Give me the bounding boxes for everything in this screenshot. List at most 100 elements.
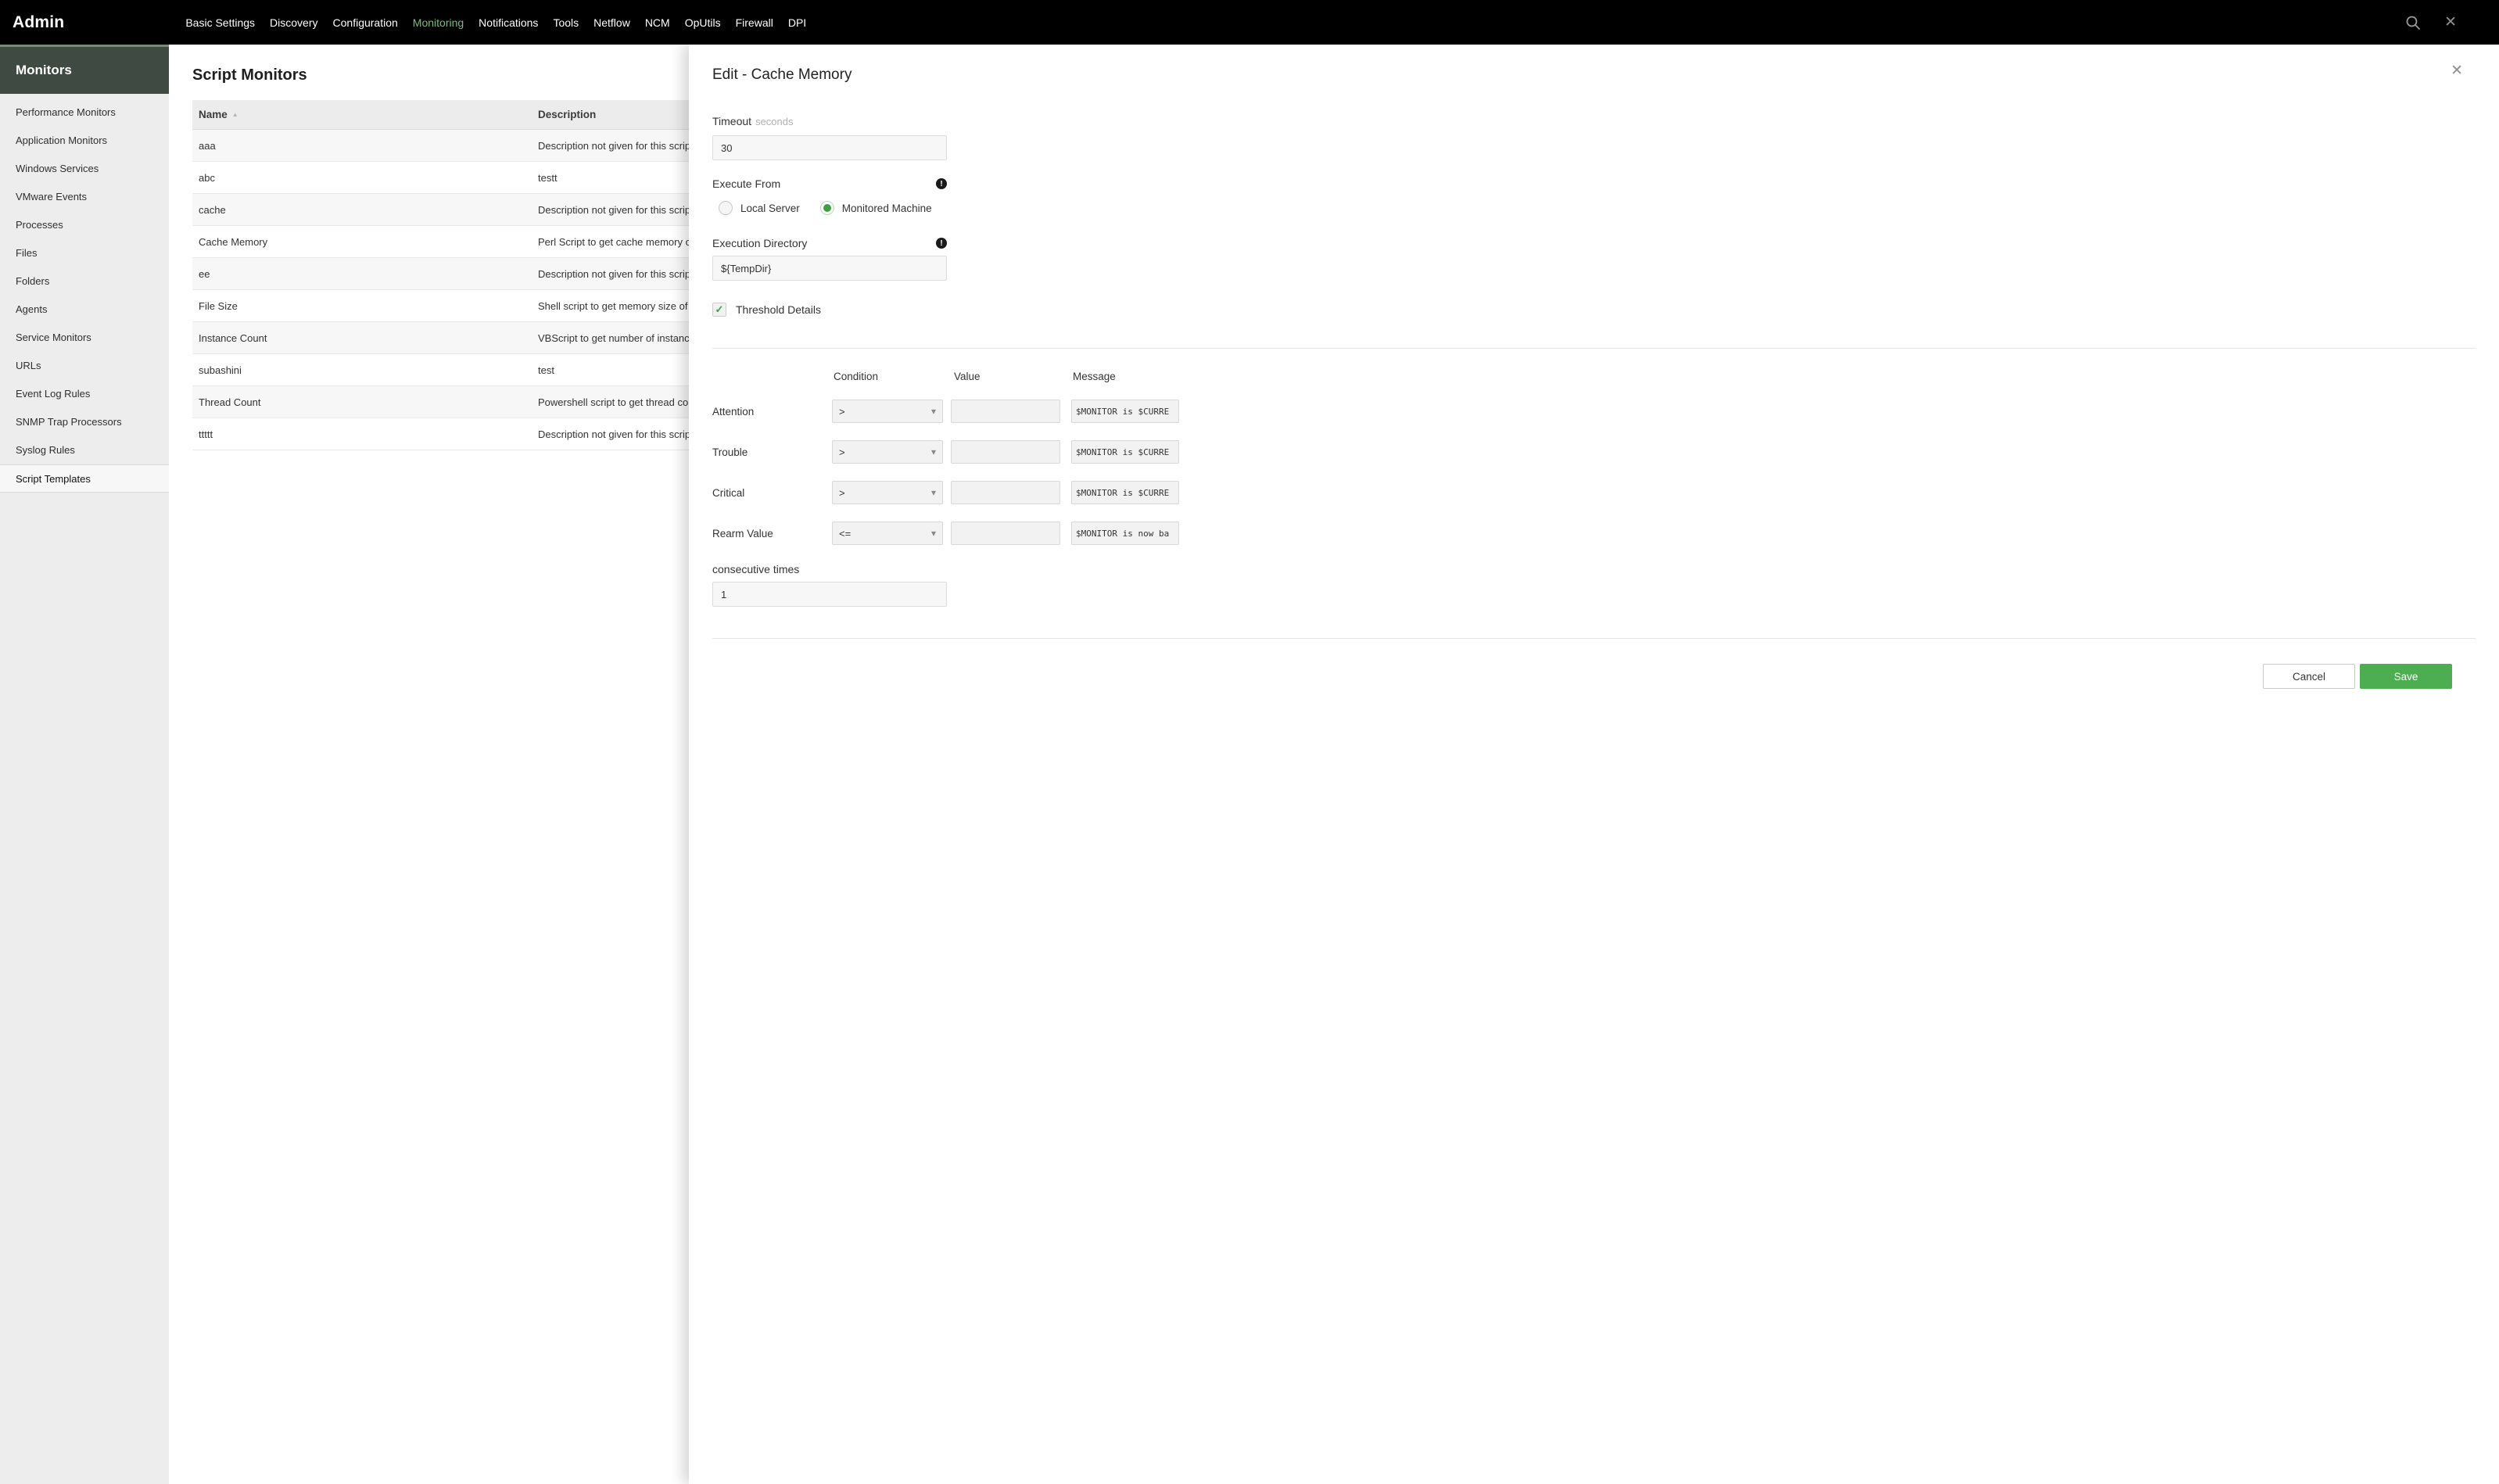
threshold-row: Critical > bbox=[712, 481, 2476, 504]
sidebar-item[interactable]: VMware Events bbox=[0, 183, 169, 211]
threshold-row-label: Critical bbox=[712, 487, 832, 499]
cell-name: cache bbox=[192, 204, 538, 216]
drawer-title: Edit - Cache Memory bbox=[712, 66, 2476, 84]
threshold-message-input[interactable] bbox=[1071, 481, 1179, 504]
threshold-message-input[interactable] bbox=[1071, 440, 1179, 464]
condition-select[interactable]: <= bbox=[832, 522, 943, 545]
threshold-message-input[interactable] bbox=[1071, 400, 1179, 423]
threshold-row: Rearm Value <= bbox=[712, 522, 2476, 545]
cell-name: aaa bbox=[192, 140, 538, 152]
top-nav-item[interactable]: Tools bbox=[553, 16, 579, 29]
consecutive-times-label-row: consecutive times bbox=[712, 563, 947, 575]
search-icon[interactable] bbox=[2405, 15, 2421, 30]
cell-name: File Size bbox=[192, 300, 538, 312]
execution-directory-input[interactable] bbox=[712, 256, 947, 281]
condition-select[interactable]: > bbox=[832, 440, 943, 464]
condition-select-value: > bbox=[839, 406, 845, 418]
sidebar-item[interactable]: Agents bbox=[0, 296, 169, 324]
condition-select-value: > bbox=[839, 446, 845, 458]
timeout-label-row: Timeoutseconds bbox=[712, 115, 947, 129]
threshold-value-input[interactable] bbox=[951, 481, 1060, 504]
top-nav-item[interactable]: OpUtils bbox=[685, 16, 721, 29]
sidebar: Monitors Performance Monitors Applicatio… bbox=[0, 45, 169, 1484]
timeout-input[interactable] bbox=[712, 135, 947, 160]
execution-directory-label: Execution Directory bbox=[712, 237, 807, 249]
app-brand: Admin bbox=[13, 13, 64, 32]
info-icon[interactable] bbox=[936, 238, 947, 249]
radio-option-label: Local Server bbox=[740, 203, 800, 214]
chevron-down-icon bbox=[931, 486, 936, 500]
edit-drawer: Edit - Cache Memory Timeoutseconds Execu… bbox=[689, 45, 2499, 1484]
threshold-details-toggle[interactable]: Threshold Details bbox=[712, 303, 2476, 317]
threshold-details-label: Threshold Details bbox=[736, 303, 821, 316]
execution-directory-label-row: Execution Directory bbox=[712, 237, 947, 249]
sidebar-item[interactable]: Syslog Rules bbox=[0, 436, 169, 464]
condition-select-value: <= bbox=[839, 528, 851, 539]
save-button[interactable]: Save bbox=[2360, 664, 2452, 689]
cell-name: Thread Count bbox=[192, 396, 538, 408]
sidebar-item[interactable]: Windows Services bbox=[0, 155, 169, 183]
threshold-row-label: Trouble bbox=[712, 446, 832, 458]
radio-option-label: Monitored Machine bbox=[842, 203, 932, 214]
sidebar-item[interactable]: Performance Monitors bbox=[0, 99, 169, 127]
sort-asc-icon bbox=[228, 109, 238, 120]
radio-icon bbox=[719, 201, 733, 215]
column-header-message: Message bbox=[1071, 371, 1116, 382]
top-nav: Basic Settings Discovery Configuration M… bbox=[185, 16, 806, 29]
cell-name: Instance Count bbox=[192, 332, 538, 344]
chevron-down-icon bbox=[931, 404, 936, 418]
checkbox-icon bbox=[712, 303, 726, 317]
top-nav-item[interactable]: Discovery bbox=[270, 16, 317, 29]
threshold-row: Attention > bbox=[712, 400, 2476, 423]
threshold-value-input[interactable] bbox=[951, 522, 1060, 545]
chevron-down-icon bbox=[931, 445, 936, 459]
execute-from-label: Execute From bbox=[712, 177, 780, 190]
sidebar-item[interactable]: Application Monitors bbox=[0, 127, 169, 155]
top-nav-item[interactable]: Basic Settings bbox=[185, 16, 255, 29]
cell-name: subashini bbox=[192, 364, 538, 376]
column-header-condition: Condition bbox=[832, 371, 951, 382]
sidebar-title: Monitors bbox=[0, 45, 169, 94]
cell-name: Cache Memory bbox=[192, 236, 538, 248]
sidebar-item[interactable]: Script Templates bbox=[0, 464, 169, 493]
radio-icon bbox=[820, 201, 834, 215]
top-nav-item[interactable]: Firewall bbox=[736, 16, 773, 29]
top-nav-item[interactable]: DPI bbox=[788, 16, 806, 29]
sidebar-item[interactable]: Event Log Rules bbox=[0, 380, 169, 408]
column-header-name[interactable]: Name bbox=[192, 109, 538, 120]
execute-from-label-row: Execute From bbox=[712, 177, 947, 190]
sidebar-item[interactable]: SNMP Trap Processors bbox=[0, 408, 169, 436]
top-nav-item[interactable]: Netflow bbox=[593, 16, 630, 29]
threshold-row-label: Attention bbox=[712, 406, 832, 418]
top-nav-item[interactable]: NCM bbox=[645, 16, 670, 29]
threshold-row: Trouble > bbox=[712, 440, 2476, 464]
cancel-button[interactable]: Cancel bbox=[2263, 664, 2355, 689]
threshold-value-input[interactable] bbox=[951, 400, 1060, 423]
consecutive-times-label: consecutive times bbox=[712, 563, 799, 575]
threshold-table-header: Condition Value Message bbox=[712, 371, 2476, 382]
column-header-value: Value bbox=[951, 371, 1071, 382]
sidebar-item[interactable]: Files bbox=[0, 239, 169, 267]
threshold-message-input[interactable] bbox=[1071, 522, 1179, 545]
execute-from-radio-option[interactable]: Local Server bbox=[719, 201, 800, 215]
threshold-row-label: Rearm Value bbox=[712, 528, 832, 539]
info-icon[interactable] bbox=[936, 178, 947, 189]
top-nav-item[interactable]: Configuration bbox=[333, 16, 398, 29]
condition-select[interactable]: > bbox=[832, 400, 943, 423]
threshold-value-input[interactable] bbox=[951, 440, 1060, 464]
timeout-unit: seconds bbox=[755, 116, 793, 127]
execute-from-radio-option[interactable]: Monitored Machine bbox=[820, 201, 932, 215]
window-close-icon[interactable] bbox=[2444, 15, 2457, 30]
sidebar-item[interactable]: Service Monitors bbox=[0, 324, 169, 352]
topbar-icons bbox=[2405, 15, 2486, 30]
drawer-close-icon[interactable] bbox=[2451, 63, 2463, 78]
sidebar-item[interactable]: Folders bbox=[0, 267, 169, 296]
top-nav-item[interactable]: Monitoring bbox=[413, 16, 464, 29]
cell-name: ttttt bbox=[192, 428, 538, 440]
sidebar-item[interactable]: URLs bbox=[0, 352, 169, 380]
consecutive-times-input[interactable] bbox=[712, 582, 947, 607]
cell-name: abc bbox=[192, 172, 538, 184]
top-nav-item[interactable]: Notifications bbox=[479, 16, 538, 29]
sidebar-item[interactable]: Processes bbox=[0, 211, 169, 239]
condition-select[interactable]: > bbox=[832, 481, 943, 504]
